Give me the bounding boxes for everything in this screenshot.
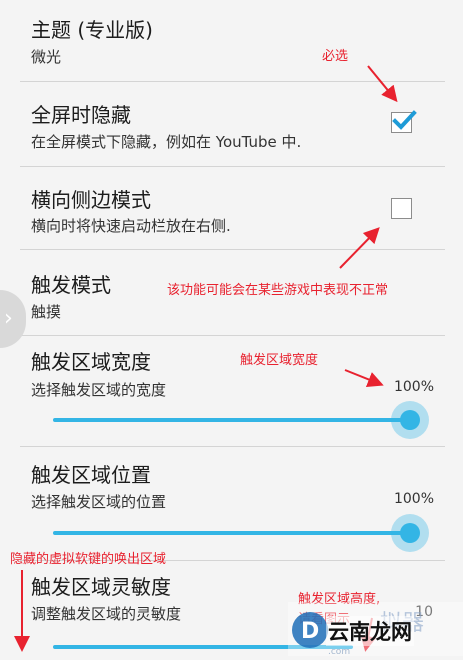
checkmark-icon	[392, 110, 417, 130]
annotation-hidden-keys: 隐藏的虚拟软键的唤出区域	[10, 552, 167, 567]
pref-trigger-sensitivity-summary: 调整触发区域的灵敏度	[31, 605, 182, 623]
trigger-width-slider-thumb[interactable]	[391, 401, 429, 439]
pref-trigger-position: 触发区域位置 选择触发区域的位置 100%	[0, 447, 463, 559]
pref-trigger-position-title: 触发区域位置	[31, 463, 151, 487]
trigger-position-slider-track[interactable]	[53, 531, 411, 535]
svg-text:D: D	[301, 619, 319, 644]
annotation-width: 触发区域宽度	[240, 353, 319, 368]
trigger-width-value: 100%	[393, 379, 434, 395]
pref-theme[interactable]: 主题 (专业版) 微光	[0, 0, 463, 80]
trigger-position-value: 100%	[393, 491, 434, 507]
pref-trigger-width-title: 触发区域宽度	[31, 350, 151, 374]
watermark-text: 云南龙网	[326, 616, 414, 646]
pref-trigger-mode-summary: 触摸	[31, 303, 62, 321]
pref-landscape-side-title: 横向侧边模式	[31, 188, 151, 212]
trigger-width-slider-track[interactable]	[53, 418, 411, 422]
trigger-position-slider-thumb[interactable]	[391, 514, 429, 552]
pref-trigger-width: 触发区域宽度 选择触发区域的宽度 100%	[0, 336, 463, 446]
annotation-abnormal: 该功能可能会在某些游戏中表现不正常	[167, 283, 389, 298]
annotation-required: 必选	[322, 49, 349, 64]
pref-hide-fullscreen-summary: 在全屏模式下隐藏，例如在 YouTube 中.	[31, 133, 302, 151]
pref-landscape-side-summary: 横向时将快速启动栏放在右侧.	[31, 217, 231, 235]
chevron-right-icon: ›	[4, 306, 13, 331]
pref-trigger-sensitivity-title: 触发区域灵敏度	[31, 575, 171, 599]
pref-theme-title: 主题 (专业版)	[31, 18, 153, 42]
pref-trigger-mode-title: 触发模式	[31, 273, 111, 297]
pref-hide-fullscreen-title: 全屏时隐藏	[31, 103, 131, 127]
landscape-side-checkbox[interactable]	[391, 198, 412, 219]
pref-hide-fullscreen[interactable]: 全屏时隐藏 在全屏模式下隐藏，例如在 YouTube 中.	[0, 82, 463, 164]
pref-theme-summary: 微光	[31, 48, 62, 66]
hide-fullscreen-checkbox[interactable]	[391, 110, 417, 133]
svg-text:.com: .com	[328, 647, 350, 656]
pref-landscape-side[interactable]: 横向侧边模式 横向时将快速启动栏放在右侧.	[0, 167, 463, 249]
pref-trigger-width-summary: 选择触发区域的宽度	[31, 381, 167, 399]
watermark-logo: D 拟器 .com 云南龙网	[288, 602, 463, 657]
pref-trigger-position-summary: 选择触发区域的位置	[31, 493, 167, 511]
